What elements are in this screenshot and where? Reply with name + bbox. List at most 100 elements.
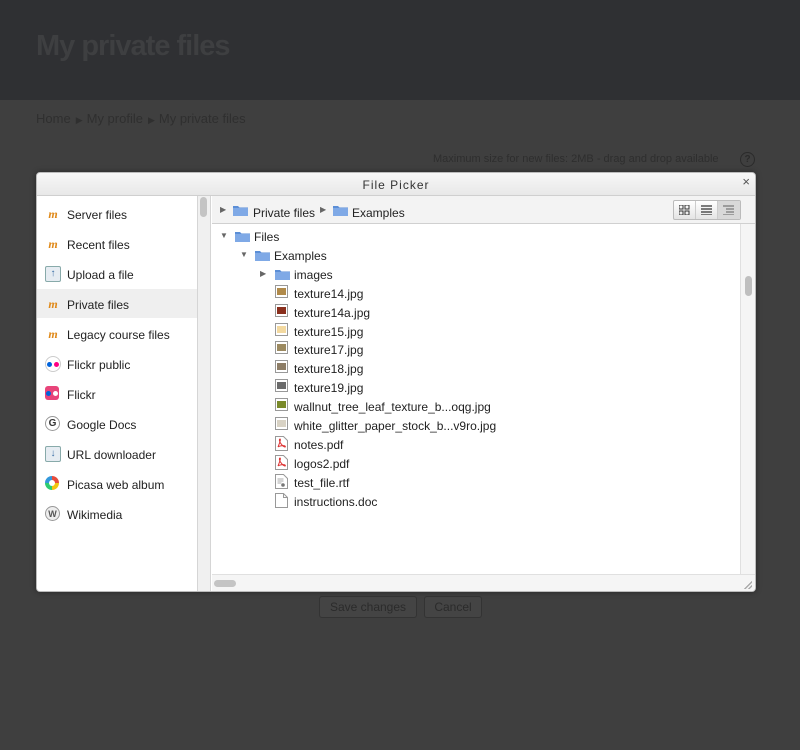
item-name: texture14.jpg xyxy=(294,286,364,301)
repository-item[interactable]: W Wikimedia xyxy=(37,499,197,528)
file-tree-hscrollbar[interactable] xyxy=(212,574,755,591)
breadcrumb-current: My private files xyxy=(158,111,246,126)
repository-item[interactable]: m Legacy course files xyxy=(37,319,197,348)
vscroll-thumb[interactable] xyxy=(745,276,752,296)
breadcrumb-separator-icon: ▶ xyxy=(75,115,83,125)
repository-label: Legacy course files xyxy=(67,328,170,342)
item-name: texture17.jpg xyxy=(294,343,364,358)
icons-view-button[interactable] xyxy=(674,201,696,219)
repository-label: Private files xyxy=(67,298,130,312)
item-name: wallnut_tree_leaf_texture_b...oqg.jpg xyxy=(294,400,491,415)
collapse-toggle-icon[interactable]: ▼ xyxy=(240,250,248,259)
repository-item[interactable]: Flickr public xyxy=(37,349,197,378)
item-name: white_glitter_paper_stock_b...v9ro.jpg xyxy=(294,419,497,433)
image-file-icon xyxy=(275,322,288,339)
breadcrumb-profile[interactable]: My profile xyxy=(87,111,143,126)
file-tree-vscrollbar[interactable] xyxy=(740,224,755,574)
list-icon xyxy=(701,205,712,215)
sidebar-scrollbar[interactable] xyxy=(197,196,211,591)
folder-icon xyxy=(333,206,348,216)
file-picker-dialog: File Picker × m Server files m Recent files… xyxy=(36,172,756,592)
collapse-toggle-icon[interactable]: ▼ xyxy=(220,231,228,240)
repository-label: Picasa web album xyxy=(67,478,165,492)
image-file-icon xyxy=(275,341,288,357)
moodle-icon: m xyxy=(48,327,58,341)
moodle-icon: m xyxy=(48,237,58,251)
repository-item[interactable]: ↓ URL downloader xyxy=(37,439,197,468)
page-title: My private files xyxy=(36,30,231,62)
repository-item[interactable]: Flickr xyxy=(37,379,197,408)
repository-label: Server files xyxy=(67,208,128,222)
repository-item[interactable]: m Server files xyxy=(37,199,197,228)
repository-item[interactable]: G Google Docs xyxy=(37,409,197,438)
help-icon[interactable]: ? xyxy=(740,152,755,167)
flickr-public-icon xyxy=(45,356,61,372)
moodle-icon: m xyxy=(48,297,58,311)
path-separator-icon: ▶ xyxy=(320,205,327,214)
image-file-icon xyxy=(275,360,288,376)
repository-item[interactable]: ↑ Upload a file xyxy=(37,259,197,288)
repository-item[interactable]: m Recent files xyxy=(37,229,197,258)
repository-label: Google Docs xyxy=(67,418,137,432)
close-icon[interactable]: × xyxy=(742,174,750,189)
item-name: notes.pdf xyxy=(294,437,344,452)
folder-icon xyxy=(235,230,250,245)
expand-toggle-icon[interactable]: ▶ xyxy=(260,269,266,278)
image-file-icon xyxy=(275,284,288,301)
list-view-button[interactable] xyxy=(696,201,718,219)
item-name: Examples xyxy=(274,248,327,263)
doc-file-icon xyxy=(275,492,288,511)
item-name: texture14a.jpg xyxy=(294,305,371,320)
path-bar: ▶ Private files ▶ Examples xyxy=(212,196,755,224)
repository-label: URL downloader xyxy=(67,448,156,462)
breadcrumb-home[interactable]: Home xyxy=(36,111,71,126)
cancel-button[interactable]: Cancel xyxy=(424,596,482,618)
item-name: logos2.pdf xyxy=(294,456,350,471)
max-size-note: Maximum size for new files: 2MB - drag a… xyxy=(433,153,719,165)
path-expand-icon: ▶ xyxy=(220,205,227,214)
folder-icon xyxy=(275,268,290,283)
repository-label: Flickr xyxy=(67,388,96,402)
repository-item[interactable]: m Private files xyxy=(37,289,197,318)
item-name: texture15.jpg xyxy=(294,324,364,339)
sidebar-scroll-thumb[interactable] xyxy=(200,197,207,217)
grid-icon xyxy=(679,205,690,215)
url-downloader-icon: ↓ xyxy=(45,446,61,462)
folder-icon xyxy=(255,249,270,264)
flickr-icon xyxy=(45,386,59,400)
pdf-file-icon xyxy=(275,454,288,473)
view-mode-switcher xyxy=(673,200,741,220)
repository-list: m Server files m Recent files ↑ Upload a file… xyxy=(37,196,197,591)
repository-label: Flickr public xyxy=(67,358,131,372)
image-file-icon xyxy=(275,379,288,395)
save-changes-button[interactable]: Save changes xyxy=(319,596,417,618)
image-file-icon xyxy=(275,417,288,433)
image-file-icon xyxy=(275,398,288,414)
dialog-titlebar[interactable]: File Picker × xyxy=(37,173,755,196)
path-segment-private-files[interactable]: Private files xyxy=(253,206,315,220)
google-docs-icon: G xyxy=(45,416,60,431)
breadcrumb: Home ▶ My profile ▶ My private files xyxy=(36,111,249,126)
file-browser: ▶ Private files ▶ Examples ▼ Files ▼ Exampl… xyxy=(212,196,755,591)
item-name: test_file.rtf xyxy=(294,475,350,490)
file-tree: ▼ Files ▼ Examples ▶ images texture14.jpg textu… xyxy=(212,224,740,574)
wikimedia-icon: W xyxy=(45,506,60,521)
rtf-file-icon xyxy=(275,473,288,492)
image-file-icon xyxy=(275,303,288,320)
item-name: Files xyxy=(254,230,280,244)
item-name: texture19.jpg xyxy=(294,381,364,396)
pdf-file-icon xyxy=(275,435,288,454)
path-segment-examples[interactable]: Examples xyxy=(352,206,405,220)
tree-view-button[interactable] xyxy=(718,201,740,219)
repository-item[interactable]: Picasa web album xyxy=(37,469,197,498)
tree-list-icon xyxy=(723,205,734,215)
hscroll-thumb[interactable] xyxy=(214,580,236,587)
repository-label: Upload a file xyxy=(67,268,134,282)
repository-label: Recent files xyxy=(67,238,130,252)
page-header: My private files xyxy=(0,0,800,100)
item-name: instructions.doc xyxy=(294,494,378,509)
resize-grip-icon[interactable] xyxy=(744,581,752,589)
breadcrumb-separator-icon: ▶ xyxy=(147,115,155,125)
item-name: texture18.jpg xyxy=(294,362,364,377)
folder-icon xyxy=(233,206,248,216)
